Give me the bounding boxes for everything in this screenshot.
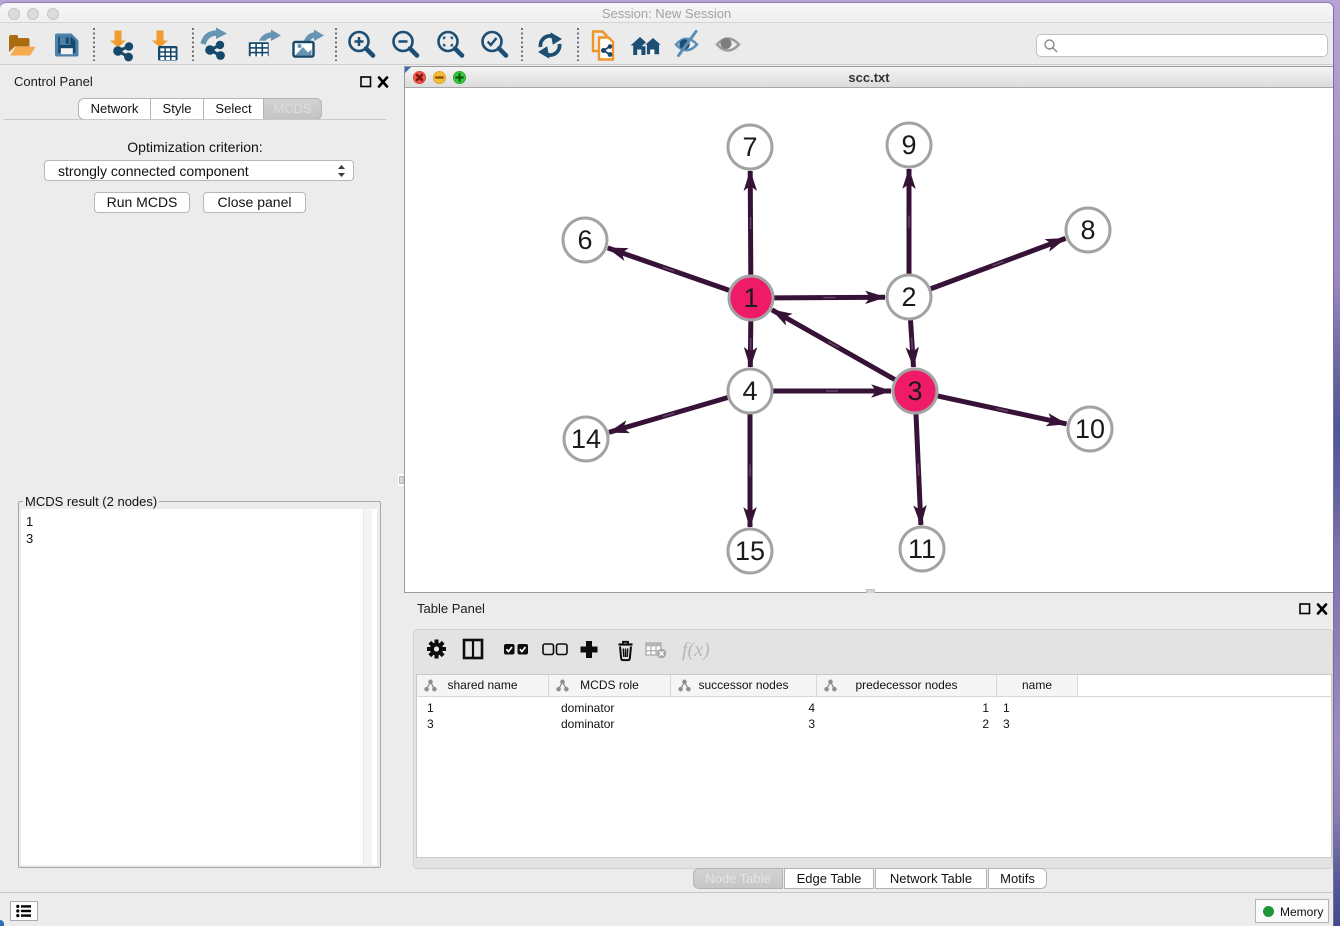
svg-text:3: 3	[907, 376, 922, 406]
svg-text:11: 11	[908, 534, 936, 564]
svg-text:4: 4	[742, 376, 757, 406]
svg-text:6: 6	[577, 225, 592, 255]
svg-text:9: 9	[901, 130, 916, 160]
svg-text:7: 7	[742, 132, 757, 162]
svg-text:1: 1	[743, 283, 758, 313]
svg-text:10: 10	[1075, 414, 1105, 444]
svg-text:15: 15	[735, 536, 765, 566]
svg-text:2: 2	[901, 282, 916, 312]
svg-text:14: 14	[571, 424, 601, 454]
svg-text:8: 8	[1080, 215, 1095, 245]
svg-text:f(x): f(x)	[682, 639, 710, 661]
